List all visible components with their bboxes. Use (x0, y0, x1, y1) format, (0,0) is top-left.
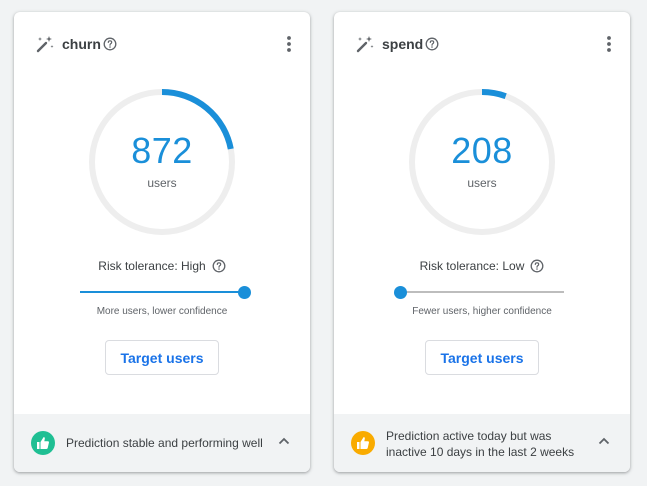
card-title: spend (382, 36, 424, 52)
more-vert-icon[interactable] (286, 35, 292, 53)
user-count: 208 (451, 130, 513, 171)
slider-thumb[interactable] (238, 286, 251, 299)
card-header: spend (334, 12, 630, 76)
help-icon[interactable] (103, 37, 117, 51)
risk-tolerance-slider[interactable] (80, 283, 251, 301)
chevron-up-icon[interactable] (598, 437, 610, 445)
prediction-card-spend: spend 208 users Risk tolerance: Low Fewe… (334, 12, 630, 472)
thumbs-up-icon (37, 437, 49, 449)
thumbs-up-icon (357, 437, 369, 449)
risk-tolerance-label: Risk tolerance: High (98, 259, 206, 273)
risk-tolerance-row: Risk tolerance: High (14, 259, 310, 273)
gauge-progress-arc (481, 89, 507, 99)
slider-caption: More users, lower confidence (96, 306, 228, 317)
card-footer: Prediction active today but was inactive… (334, 414, 630, 472)
more-vert-icon[interactable] (606, 35, 612, 53)
risk-tolerance-label: Risk tolerance: Low (419, 259, 525, 273)
card-header: churn (14, 12, 310, 76)
chevron-up-icon[interactable] (278, 437, 290, 445)
card-title: churn (62, 36, 101, 52)
magic-wand-icon (36, 36, 54, 53)
user-count-unit: users (467, 176, 497, 190)
status-badge (31, 431, 55, 455)
status-text: Prediction stable and performing well (66, 436, 263, 450)
help-icon[interactable] (212, 259, 226, 273)
prediction-card-churn: churn 872 users Risk tolerance: High Mor… (14, 12, 310, 472)
slider-track[interactable] (400, 291, 564, 293)
slider-thumb[interactable] (394, 286, 407, 299)
slider-caption: Fewer users, higher confidence (412, 306, 552, 317)
target-users-button[interactable]: Target users (105, 340, 219, 375)
card-footer: Prediction stable and performing well (14, 414, 310, 472)
user-count: 872 (131, 130, 193, 171)
slider-fill (80, 291, 244, 293)
risk-tolerance-slider[interactable] (394, 283, 564, 301)
magic-wand-icon (356, 36, 374, 53)
help-icon[interactable] (530, 259, 544, 273)
status-badge (351, 431, 375, 455)
risk-tolerance-row: Risk tolerance: Low (334, 259, 630, 273)
help-icon[interactable] (425, 37, 439, 51)
status-text: Prediction active today but was inactive… (386, 429, 575, 459)
user-count-unit: users (147, 176, 177, 190)
target-users-button[interactable]: Target users (425, 340, 539, 375)
